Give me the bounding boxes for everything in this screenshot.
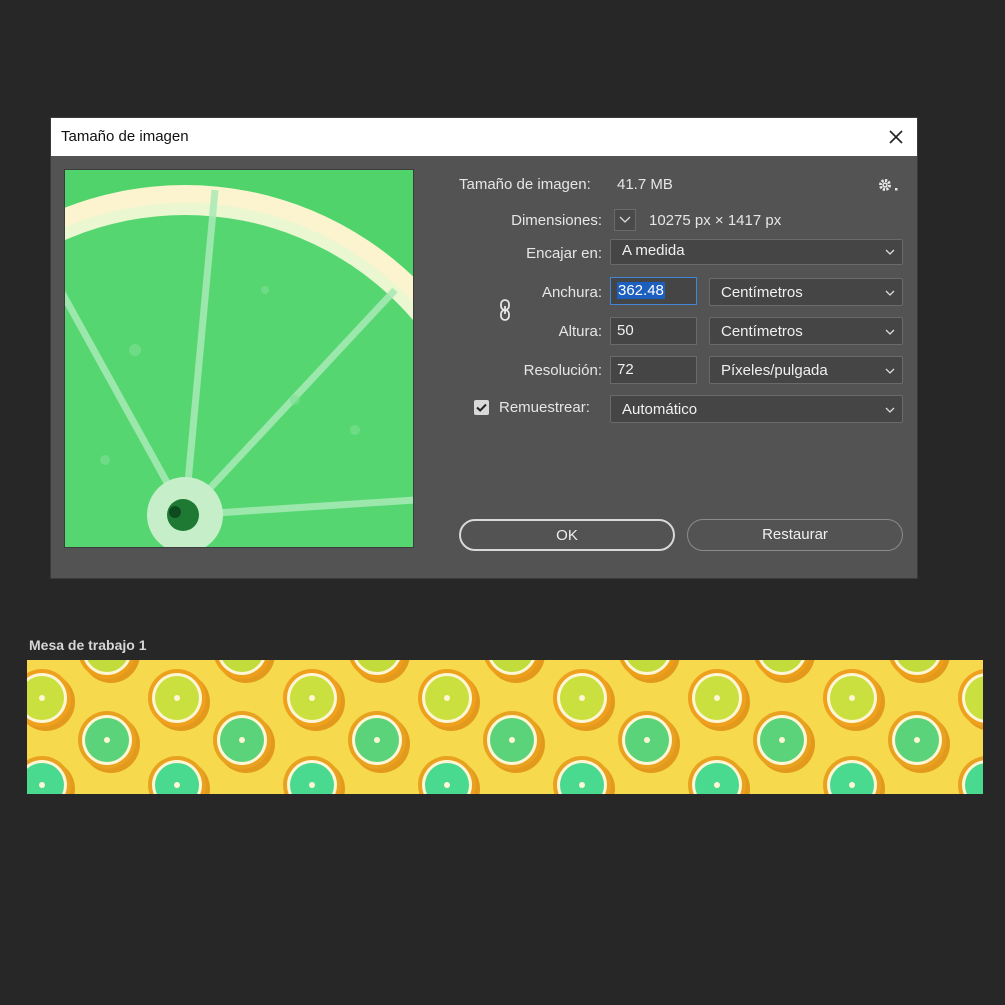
image-size-label: Tamaño de imagen: xyxy=(459,176,591,193)
height-unit-select[interactable]: Centímetros xyxy=(709,317,903,345)
resolution-value: 72 xyxy=(617,361,634,378)
width-value: 362.48 xyxy=(617,282,665,299)
width-unit-value: Centímetros xyxy=(721,284,803,301)
image-preview[interactable] xyxy=(65,170,413,547)
resample-checkbox[interactable] xyxy=(474,400,489,415)
chevron-down-icon xyxy=(885,249,895,255)
resample-select[interactable]: Automático xyxy=(610,395,903,423)
dimensions-label: Dimensiones: xyxy=(511,212,602,229)
width-unit-select[interactable]: Centímetros xyxy=(709,278,903,306)
reset-button[interactable]: Restaurar xyxy=(687,519,903,551)
fit-to-value: A medida xyxy=(622,242,685,259)
height-label: Altura: xyxy=(558,323,602,340)
artboard-canvas[interactable] xyxy=(27,660,983,794)
close-icon xyxy=(889,130,903,144)
height-unit-value: Centímetros xyxy=(721,323,803,340)
width-label: Anchura: xyxy=(541,284,602,301)
chevron-down-icon xyxy=(885,329,895,335)
check-icon xyxy=(476,403,487,412)
resolution-label: Resolución: xyxy=(523,362,602,379)
image-size-value: 41.7 MB xyxy=(617,176,673,193)
chevron-down-icon xyxy=(885,290,895,296)
artboard-title: Mesa de trabajo 1 xyxy=(29,637,147,653)
resolution-unit-select[interactable]: Píxeles/pulgada xyxy=(709,356,903,384)
width-input[interactable]: 362.48 xyxy=(610,277,697,305)
fit-to-label: Encajar en: xyxy=(526,245,602,262)
lime-slice-preview-image xyxy=(65,170,413,547)
dimensions-value: 10275 px × 1417 px xyxy=(649,212,782,229)
ok-button[interactable]: OK xyxy=(459,519,675,551)
resolution-unit-value: Píxeles/pulgada xyxy=(721,362,828,379)
fit-to-select[interactable]: A medida xyxy=(610,239,903,265)
chevron-down-icon xyxy=(885,407,895,413)
height-input[interactable]: 50 xyxy=(610,317,697,345)
dialog-titlebar: Tamaño de imagen xyxy=(51,118,917,156)
citrus-pattern-image xyxy=(27,660,983,794)
dialog-title: Tamaño de imagen xyxy=(61,128,189,145)
chevron-down-icon xyxy=(619,216,631,223)
chain-link-icon[interactable] xyxy=(498,298,512,322)
settings-button[interactable] xyxy=(877,176,901,194)
height-value: 50 xyxy=(617,322,634,339)
dimensions-dropdown-button[interactable] xyxy=(614,209,636,231)
resolution-input[interactable]: 72 xyxy=(610,356,697,384)
close-button[interactable] xyxy=(883,124,909,150)
image-size-dialog: Tamaño de imagen Tamaño de imagen: 41.7 … xyxy=(51,118,917,578)
chevron-down-icon xyxy=(885,368,895,374)
resample-label: Remuestrear: xyxy=(499,399,590,416)
resample-value: Automático xyxy=(622,401,698,418)
gear-icon xyxy=(879,179,898,191)
